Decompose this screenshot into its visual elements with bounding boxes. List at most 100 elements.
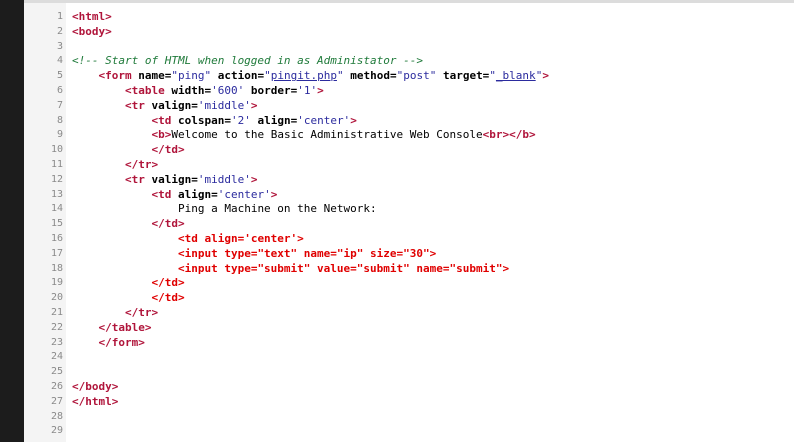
code-line[interactable]: 14 Ping a Machine on the Network:: [24, 202, 794, 217]
code-line[interactable]: 28: [24, 410, 794, 425]
token-val: 'middle': [197, 172, 251, 186]
code-line[interactable]: 2 <body>: [24, 25, 794, 40]
code-line[interactable]: 29: [24, 424, 794, 439]
token-val: '1': [297, 83, 318, 97]
token-tag: </tr>: [124, 305, 159, 319]
code-line[interactable]: 9 <b>Welcome to the Basic Administrative…: [24, 128, 794, 143]
code-line[interactable]: 13 <td align='center'>: [24, 188, 794, 203]
token-val: "post": [396, 69, 437, 83]
line-number: 26: [50, 380, 63, 392]
token-tag: <td: [151, 113, 178, 127]
line-number: 9: [56, 129, 63, 141]
line-number: 13: [50, 188, 63, 200]
token-tag: >: [250, 172, 258, 186]
code-line[interactable]: 19 </td>: [24, 276, 794, 291]
token-val: ": [336, 69, 344, 83]
line-number: 7: [56, 99, 63, 111]
token-attr: valign=: [151, 98, 198, 112]
code-line[interactable]: 24: [24, 350, 794, 365]
code-text: </table>: [72, 320, 152, 336]
code-line[interactable]: 6 <table width='600' border='1'>: [24, 84, 794, 99]
token-attr: align=: [177, 187, 218, 201]
line-number: 12: [50, 173, 63, 185]
line-number: 14: [50, 203, 63, 215]
line-number: 18: [50, 262, 63, 274]
code-line[interactable]: 10 </td>: [24, 143, 794, 158]
token-tag: </body>: [72, 379, 119, 393]
code-line[interactable]: 15 </td>: [24, 217, 794, 232]
code-line[interactable]: 7 <tr valign='middle'>: [24, 99, 794, 114]
code-line[interactable]: 11 </tr>: [24, 158, 794, 173]
code-text: </td>: [72, 276, 185, 291]
code-text: <td align='center'>: [72, 188, 277, 203]
line-number: 8: [56, 114, 63, 126]
token-attr: align=: [250, 113, 298, 127]
token-attr: border=: [244, 83, 298, 97]
line-number: 4: [56, 55, 63, 67]
token-attr: method=: [343, 69, 397, 83]
code-text: <input type="text" name="ip" size="30">: [72, 247, 436, 262]
line-number: 21: [50, 306, 63, 318]
token-tag: </td>: [151, 217, 185, 231]
token-tag: <html>: [72, 10, 112, 23]
token-tag: <tr: [124, 98, 152, 112]
code-text: <body>: [72, 25, 112, 40]
code-line[interactable]: 18 <input type="submit" value="submit" n…: [24, 262, 794, 277]
code-line[interactable]: 26 </body>: [24, 380, 794, 395]
token-tag: >: [542, 69, 549, 83]
token-red: </td>: [151, 276, 185, 290]
code-line[interactable]: 16 <td align='center'>: [24, 232, 794, 247]
code-text: </tr>: [72, 158, 158, 173]
token-tag: <form: [98, 69, 139, 83]
code-line[interactable]: 3: [24, 40, 794, 55]
code-line[interactable]: 27 </html>: [24, 395, 794, 410]
line-number: 10: [50, 144, 63, 156]
code-line[interactable]: 22 </table>: [24, 321, 794, 336]
token-tag: </table>: [98, 320, 152, 334]
token-attr: width=: [171, 83, 212, 97]
code-line[interactable]: 12 <tr valign='middle'>: [24, 173, 794, 188]
token-red: <input type="submit" value="submit" name…: [177, 261, 510, 275]
token-attr: target=: [436, 69, 490, 83]
code-line[interactable]: 17 <input type="text" name="ip" size="30…: [24, 247, 794, 262]
token-tag: </tr>: [124, 157, 159, 171]
token-tag: </form>: [98, 335, 145, 349]
code-line[interactable]: 25: [24, 365, 794, 380]
token-text: Welcome to the Basic Administrative Web …: [171, 128, 483, 142]
code-line[interactable]: 8 <td colspan='2' align='center'>: [24, 114, 794, 129]
token-val: 'middle': [197, 98, 251, 112]
code-line[interactable]: 5 <form name="ping" action="pingit.php" …: [24, 69, 794, 84]
line-number: 17: [50, 247, 63, 259]
left-panel-edge: [0, 0, 24, 442]
code-line[interactable]: 1 <html>: [24, 10, 794, 25]
line-number: 20: [50, 292, 63, 304]
editor-top-border: [24, 0, 794, 3]
token-red: <input type="text" name="ip" size="30">: [177, 246, 437, 260]
line-number: 1: [56, 11, 63, 22]
token-text: Ping a Machine on the Network:: [177, 202, 377, 216]
token-val: '2': [230, 113, 251, 127]
token-tag: <td: [151, 187, 178, 201]
code-line[interactable]: 20 </td>: [24, 291, 794, 306]
code-line[interactable]: 4 <!-- Start of HTML when logged in as Ad…: [24, 54, 794, 69]
code-text: <table width='600' border='1'>: [72, 84, 324, 99]
token-attr: name=: [138, 69, 172, 83]
code-editor[interactable]: 1 <html> 2 <body> 3 4 <!-- Start of HTML when …: [24, 10, 794, 439]
code-line[interactable]: 21 </tr>: [24, 306, 794, 321]
code-text: <td colspan='2' align='center'>: [72, 113, 356, 129]
token-val: '600': [211, 83, 245, 97]
token-val: 'center': [217, 187, 271, 201]
code-line[interactable]: 23 </form>: [24, 336, 794, 351]
token-link-value: _blank: [495, 69, 536, 83]
